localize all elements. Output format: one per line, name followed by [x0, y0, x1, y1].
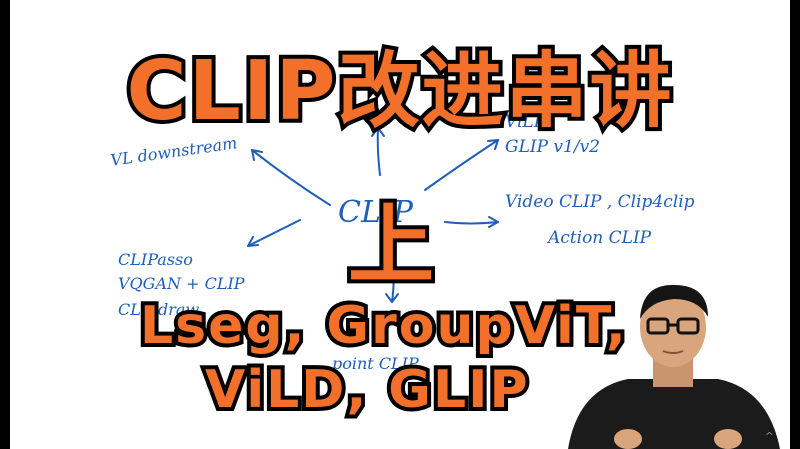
label-action-clip: Action CLIP: [548, 228, 652, 248]
arrow-to-clipasso: [247, 219, 301, 247]
label-video-clip: Video CLIP , Clip4clip: [505, 192, 695, 212]
video-frame: VL downstream ViLD GLIP v1/v2 Video CLIP…: [0, 0, 800, 449]
arrow-to-vl-downstream: [251, 149, 331, 206]
label-clipasso: CLIPasso: [118, 250, 193, 269]
scroll-caret-icon[interactable]: ^: [765, 430, 774, 443]
title-line-1: CLIP改进串讲: [122, 40, 675, 143]
title-line-2: 上: [344, 192, 438, 300]
presenter-image: [568, 284, 780, 449]
label-vqgan: VQGAN + CLIP: [118, 274, 245, 293]
